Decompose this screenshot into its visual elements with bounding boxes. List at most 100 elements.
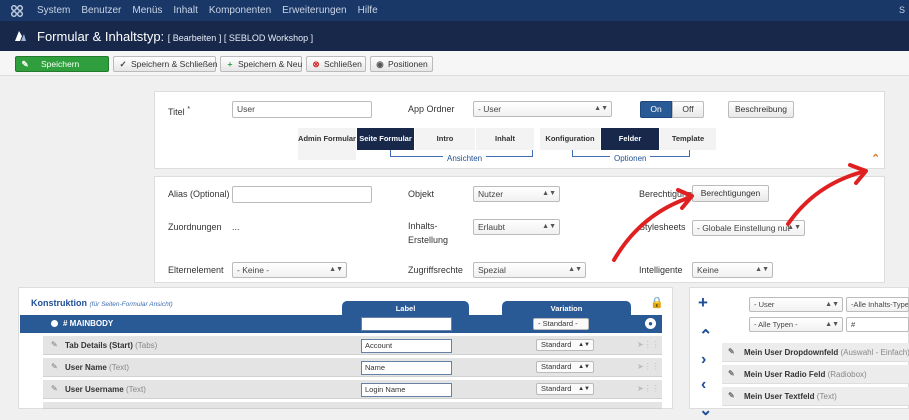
page-title-text: Formular & Inhaltstyp: (37, 29, 165, 44)
tab-template[interactable]: Template (660, 128, 716, 150)
field-label-input[interactable]: Name (361, 361, 452, 375)
zugriffsrechte-value: Spezial (478, 265, 506, 275)
menu-erweiterungen[interactable]: Erweiterungen (282, 5, 346, 16)
menu-system[interactable]: System (37, 5, 70, 16)
field-variation-select[interactable]: Standard ▲▼ (536, 383, 594, 395)
sidebar-filter-type[interactable]: - Alle Typen - ▲▼ (749, 317, 843, 332)
mainbody-label-input[interactable] (361, 317, 452, 331)
menu-menues[interactable]: Menüs (132, 5, 162, 16)
field-label-input[interactable]: Login Name (361, 383, 452, 397)
available-field-item[interactable]: ✎ Mein User Radio Feld (Radiobox) (722, 365, 909, 384)
alias-input[interactable] (232, 186, 372, 203)
edit-pencil-icon[interactable]: ✎ (51, 362, 58, 371)
field-name: User Name (65, 363, 107, 372)
save-new-button[interactable]: + Speichern & Neu (220, 56, 302, 72)
field-row-tab-details[interactable]: ✎ Tab Details (Start) (Tabs) Account Sta… (43, 336, 662, 355)
lock-icon[interactable]: 🔒 (650, 296, 664, 309)
available-field-type: (Radiobox) (827, 370, 867, 379)
select-caret-icon: ▲▼ (578, 386, 590, 392)
sidebar-filter-content-type-value: -Alle Inhalts-Typen- (851, 300, 909, 309)
field-row-name: User Name (Text) (65, 363, 129, 372)
mainbody-variation-select[interactable]: - Standard - (533, 318, 589, 330)
field-variation-select[interactable]: Standard ▲▼ (536, 361, 594, 373)
edit-pencil-icon[interactable]: ✎ (728, 391, 735, 400)
konstruktion-title: Konstruktion (für Seiten-Formular Ansich… (31, 298, 173, 308)
field-name: Tab Details (Start) (65, 341, 133, 350)
inhalts-erstellung-value: Erlaubt (478, 222, 505, 232)
sidebar-filter-app[interactable]: - User ▲▼ (749, 297, 843, 312)
app-folder-select[interactable]: - User ▲▼ (473, 101, 612, 117)
sidebar-search-input[interactable]: # (846, 317, 909, 332)
objekt-select[interactable]: Nutzer ▲▼ (473, 186, 560, 202)
chevron-up-icon[interactable]: ⌃ (699, 326, 712, 346)
edit-pencil-icon[interactable]: ✎ (51, 384, 58, 393)
mainbody-label: # MAINBODY (63, 319, 114, 328)
drag-handle-icon[interactable]: ➤⋮⋮ (637, 384, 660, 393)
tab-felder[interactable]: Felder (601, 128, 659, 150)
close-label: Schließen (324, 59, 362, 69)
menu-inhalt[interactable]: Inhalt (173, 5, 197, 16)
inhalts-erstellung-select[interactable]: Erlaubt ▲▼ (473, 219, 560, 235)
save-button[interactable]: ✎ Speichern (15, 56, 109, 72)
toggle-on-button[interactable]: On (640, 101, 672, 118)
top-navigation: System Benutzer Menüs Inhalt Komponenten… (0, 0, 909, 21)
sidebar-filter-app-value: - User (754, 300, 775, 309)
tab-admin-formular[interactable]: Admin Formular (298, 128, 356, 160)
mainbody-settings-icon[interactable]: ● (645, 318, 656, 329)
tab-admin-formular-label: Admin Formular (298, 134, 356, 143)
objekt-label: Objekt (408, 189, 435, 199)
title-label: Titel * (168, 104, 190, 117)
menu-hilfe[interactable]: Hilfe (358, 5, 378, 16)
close-button[interactable]: ⊗ Schließen (306, 56, 366, 72)
tab-seite-formular[interactable]: Seite Formular (357, 128, 414, 150)
add-field-plus-icon[interactable]: + (698, 293, 708, 313)
menu-komponenten[interactable]: Komponenten (209, 5, 271, 16)
seblod-icon (15, 31, 26, 41)
field-label-input[interactable]: Account (361, 339, 452, 353)
edit-pencil-icon[interactable]: ✎ (728, 369, 735, 378)
available-field-name: Mein User Textfeld (744, 392, 815, 401)
konstruktion-title-text: Konstruktion (31, 298, 87, 308)
joomla-logo-icon[interactable] (10, 4, 24, 18)
toggle-off-button[interactable]: Off (672, 101, 704, 118)
chevron-down-icon[interactable]: ⌄ (699, 400, 712, 420)
tab-inhalt[interactable]: Inhalt (476, 128, 534, 150)
description-button[interactable]: Beschreibung (728, 101, 794, 118)
eye-icon: ◉ (376, 59, 384, 69)
drag-handle-icon[interactable]: ➤⋮⋮ (637, 340, 660, 349)
select-caret-icon: ▲▼ (542, 190, 556, 197)
field-variation-select[interactable]: Standard ▲▼ (536, 339, 594, 351)
available-field-item[interactable]: ✎ Mein User Textfeld (Text) (722, 387, 909, 406)
zuordnungen-value[interactable]: ... (232, 222, 240, 232)
field-row-user-name[interactable]: ✎ User Name (Text) Name Standard ▲▼ ➤⋮⋮ (43, 358, 662, 377)
edit-pencil-icon[interactable]: ✎ (51, 340, 58, 349)
elternelement-value: - Keine - (237, 265, 270, 275)
edit-pencil-icon[interactable]: ✎ (728, 347, 735, 356)
required-marker: * (187, 104, 191, 113)
chevron-right-icon[interactable]: › (701, 351, 706, 369)
edit-icon: ✎ (21, 59, 29, 69)
title-bar: Formular & Inhaltstyp: [ Bearbeiten ] [ … (0, 21, 909, 51)
chevron-left-icon[interactable]: ‹ (701, 376, 706, 394)
field-type: (Text) (109, 363, 130, 372)
positions-button[interactable]: ◉ Positionen (370, 56, 433, 72)
available-field-item[interactable]: ✎ Mein User Dropdownfeld (Auswahl - Einf… (722, 343, 909, 362)
plus-icon: + (227, 59, 233, 69)
field-type: (Tabs) (135, 341, 158, 350)
tab-intro[interactable]: Intro (415, 128, 475, 150)
drag-handle-icon[interactable]: ➤⋮⋮ (637, 362, 660, 371)
toolbar: ✎ Speichern ✓ Speichern & Schließen + Speic… (0, 51, 909, 76)
page-subtitle: [ Bearbeiten ] [ SEBLOD Workshop ] (167, 33, 314, 43)
top-right-label[interactable]: S (899, 5, 905, 15)
sidebar-filter-content-type[interactable]: -Alle Inhalts-Typen- (846, 297, 909, 312)
title-input[interactable]: User (232, 101, 372, 118)
save-close-button[interactable]: ✓ Speichern & Schließen (113, 56, 217, 72)
zugriffsrechte-select[interactable]: Spezial ▲▼ (473, 262, 586, 278)
elternelement-select[interactable]: - Keine - ▲▼ (232, 262, 347, 278)
field-row-partial[interactable] (43, 402, 662, 409)
tab-konfiguration[interactable]: Konfiguration (540, 128, 600, 150)
mainbody-dot-icon (51, 320, 58, 327)
field-row-user-username[interactable]: ✎ User Username (Text) Login Name Standa… (43, 380, 662, 399)
positions-label: Positionen (388, 59, 428, 69)
menu-benutzer[interactable]: Benutzer (81, 5, 121, 16)
